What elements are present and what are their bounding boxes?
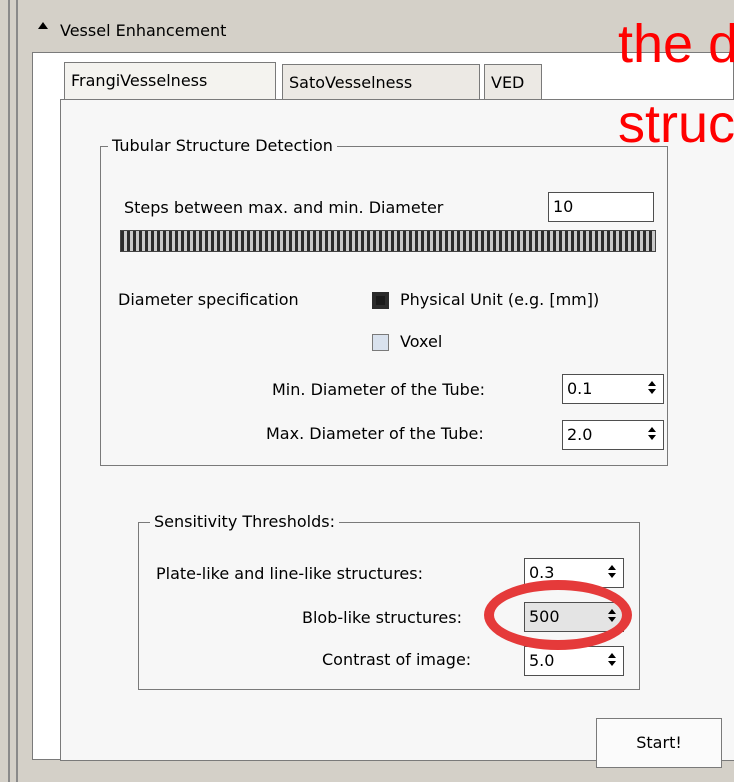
- contrast-spinner[interactable]: 5.0: [524, 646, 624, 676]
- sensitivity-title: Sensitivity Thresholds:: [150, 512, 339, 531]
- diameter-spec-label: Diameter specification: [118, 290, 299, 309]
- spinner-arrows-icon[interactable]: [608, 653, 617, 666]
- voxel-checkbox[interactable]: [372, 334, 389, 351]
- spinner-arrows-icon[interactable]: [648, 427, 657, 440]
- panel-title: Vessel Enhancement: [60, 21, 227, 40]
- min-diameter-value: 0.1: [567, 379, 593, 398]
- tab-frangi-vesselness[interactable]: FrangiVesselness: [64, 62, 276, 102]
- max-diameter-value: 2.0: [567, 425, 593, 444]
- plate-like-label: Plate-like and line-like structures:: [156, 564, 423, 583]
- contrast-label: Contrast of image:: [322, 650, 472, 669]
- tab-sato-vesselness[interactable]: SatoVesselness: [282, 64, 480, 100]
- collapse-icon[interactable]: [38, 22, 48, 29]
- min-diameter-spinner[interactable]: 0.1: [562, 374, 664, 404]
- max-diameter-label: Max. Diameter of the Tube:: [266, 424, 484, 443]
- overlay-text-line1: the d: [618, 14, 734, 74]
- steps-label: Steps between max. and min. Diameter: [124, 198, 444, 217]
- contrast-value: 5.0: [529, 651, 555, 670]
- tubular-structure-title: Tubular Structure Detection: [108, 136, 337, 155]
- spinner-arrows-icon[interactable]: [648, 381, 657, 394]
- steps-input[interactable]: 10: [548, 192, 654, 222]
- voxel-label: Voxel: [400, 332, 443, 351]
- physical-unit-checkbox[interactable]: [372, 292, 389, 309]
- left-border-line: [8, 0, 10, 782]
- annotation-ellipse: [484, 580, 632, 650]
- overlay-text-line2: struc: [618, 94, 734, 154]
- left-border-line-inner: [16, 0, 18, 782]
- start-button[interactable]: Start!: [596, 718, 722, 768]
- spinner-arrows-icon[interactable]: [608, 565, 617, 578]
- blob-like-label: Blob-like structures:: [302, 608, 462, 627]
- physical-unit-label: Physical Unit (e.g. [mm]): [400, 290, 600, 309]
- tab-ved[interactable]: VED: [484, 64, 542, 100]
- steps-slider[interactable]: [120, 230, 656, 252]
- min-diameter-label: Min. Diameter of the Tube:: [272, 380, 486, 399]
- max-diameter-spinner[interactable]: 2.0: [562, 420, 664, 450]
